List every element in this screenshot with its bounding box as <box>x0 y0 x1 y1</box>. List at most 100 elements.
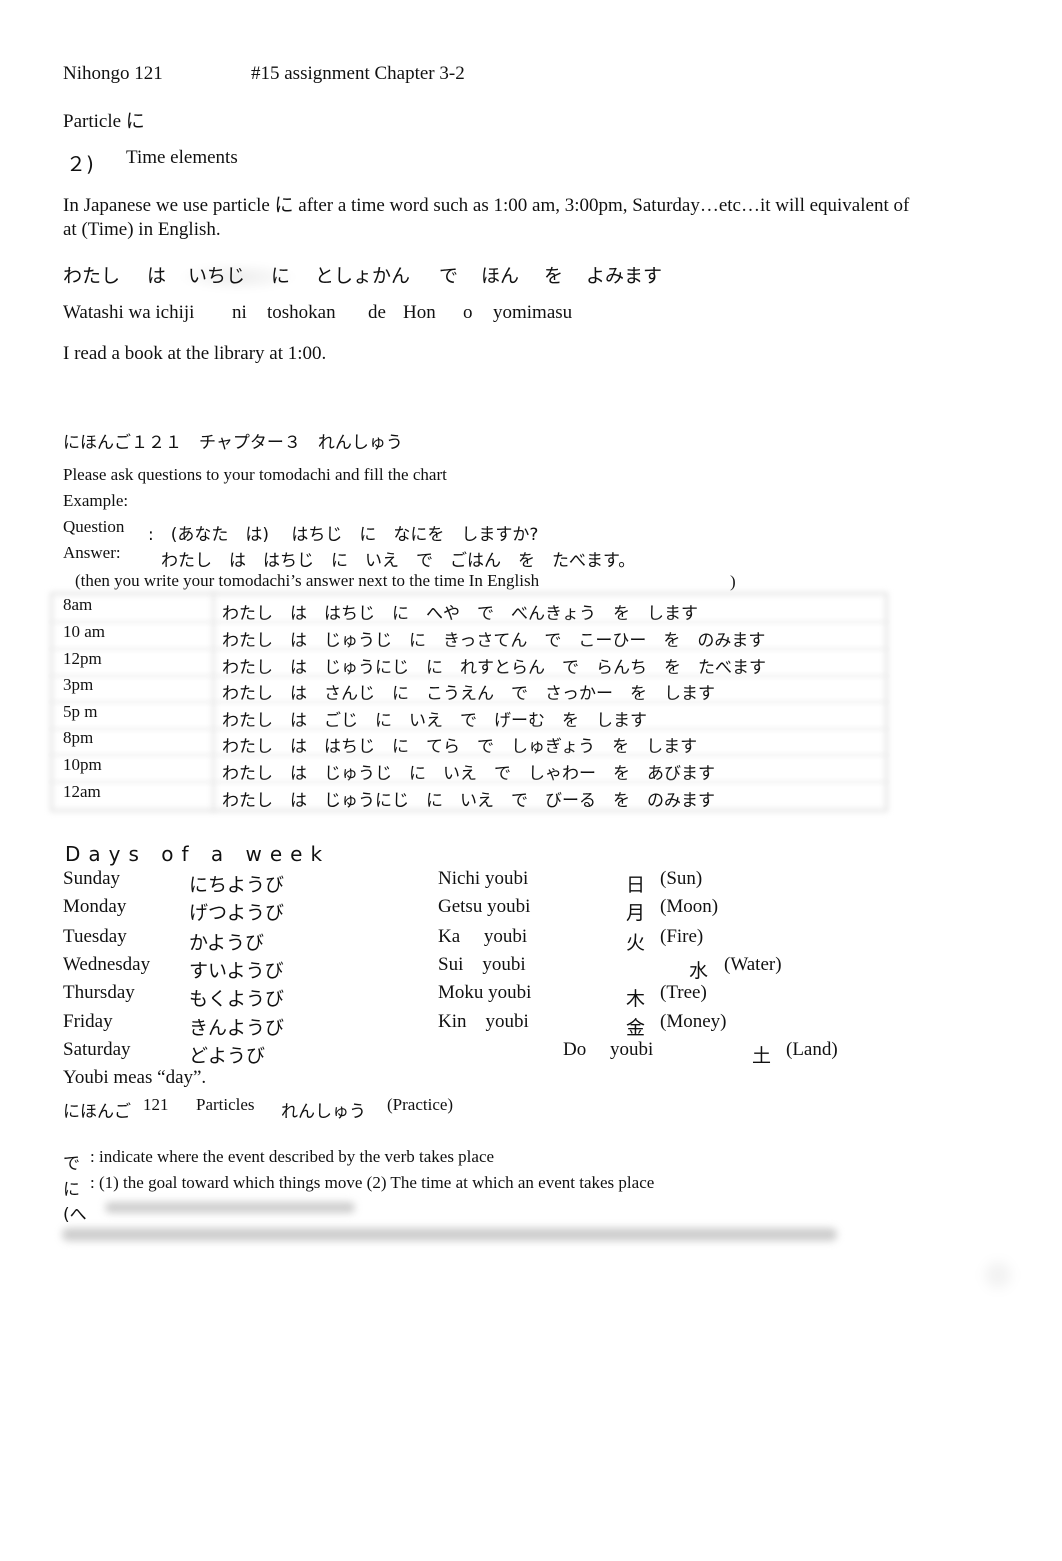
day-romaji: Ka youbi <box>438 926 528 947</box>
example-word: で <box>439 265 459 287</box>
time-cell: 8am <box>63 595 93 614</box>
particle-ni-mark: に <box>63 1180 80 1200</box>
day-kanji: 月 <box>626 902 646 924</box>
answer-text: わたし は はちじ に いえ で ごはん を たべます。 <box>161 551 636 571</box>
time-cell: 3pm <box>63 675 94 694</box>
romaji-word: yomimasu <box>493 302 573 323</box>
example-word: に <box>271 265 291 287</box>
heading-particles: Particles <box>196 1095 255 1114</box>
table-row: 12am わたし は じゅうにじ に いえ で びーる を のみます <box>50 782 888 811</box>
time-cell: 10pm <box>63 755 102 774</box>
table-row: 12pm わたし は じゅうにじ に れすとらん で らんち を たべます <box>50 649 888 678</box>
blurred-text <box>62 1228 837 1241</box>
table-row: 8pm わたし は はちじ に てら で しゅぎょう を します <box>50 728 888 757</box>
day-meaning: (Money) <box>660 1011 727 1032</box>
answer-cell: わたし は じゅうにじ に いえ で びーる を のみます <box>222 791 715 811</box>
day-romaji: Do youbi <box>563 1039 654 1060</box>
assignment-title: #15 assignment Chapter 3-2 <box>251 63 465 84</box>
practice-note-close: ) <box>730 572 736 591</box>
particle-ni-text: : (1) the goal toward which things move … <box>90 1173 655 1192</box>
day-english: Friday <box>63 1011 113 1032</box>
time-cell: 12pm <box>63 649 102 668</box>
table-row: 10pm わたし は じゅうじ に いえ で しゃわー を あびます <box>50 755 888 784</box>
time-cell: 8pm <box>63 728 94 747</box>
day-kana: きんようび <box>189 1017 285 1039</box>
day-kanji: 木 <box>626 988 646 1010</box>
particle-de-mark: で <box>63 1154 80 1174</box>
day-kana: かようび <box>189 932 265 954</box>
heading-renshu: れんしゅう <box>281 1102 366 1122</box>
heading-number: 121 <box>143 1095 169 1114</box>
day-meaning: (Fire) <box>660 926 704 947</box>
example-word: よみます <box>586 265 663 287</box>
day-kanji: 土 <box>752 1045 772 1067</box>
example-word: わたし <box>63 265 121 287</box>
days-title: Days of a week <box>65 842 331 866</box>
day-kana: すいようび <box>189 960 284 982</box>
day-kana: にちようび <box>189 874 285 896</box>
table-row: 10 am わたし は じゅうじ に きっさてん で こーひー を のみます <box>50 622 888 651</box>
section-number: ２) <box>66 152 94 176</box>
practice-instruction: Please ask questions to your tomodachi a… <box>63 465 447 484</box>
blurred-text <box>105 1202 355 1213</box>
day-romaji: Moku youbi <box>438 982 532 1003</box>
answer-label: Answer: <box>63 543 121 562</box>
romaji-word: Watashi wa ichiji <box>63 302 195 323</box>
day-kana: げつようび <box>189 902 285 924</box>
course-name: Nihongo 121 <box>63 63 163 84</box>
example-word: ほん <box>481 265 520 287</box>
practice-note: (then you write your tomodachi’s answer … <box>75 571 540 590</box>
day-english: Sunday <box>63 868 120 889</box>
romaji-word: Hon <box>403 302 436 323</box>
particle-de-text: : indicate where the event described by … <box>90 1147 495 1166</box>
day-english: Saturday <box>63 1039 131 1060</box>
day-romaji: Sui youbi <box>438 954 526 975</box>
day-english: Wednesday <box>63 954 151 975</box>
schedule-table: 8am わたし は はちじ に へや で べんきょう を します 10 am わたし … <box>50 592 888 812</box>
time-cell: 10 am <box>63 622 106 641</box>
day-english: Tuesday <box>63 926 127 947</box>
day-meaning: (Sun) <box>660 868 703 889</box>
day-meaning: (Water) <box>724 954 782 975</box>
day-meaning: (Tree) <box>660 982 707 1003</box>
intro-line-1: In Japanese we use particle に after a ti… <box>63 195 910 216</box>
day-meaning: (Moon) <box>660 896 719 917</box>
practice-heading: にほんご１２１ チャプター３ れんしゅう <box>63 433 403 453</box>
romaji-word: de <box>368 302 386 323</box>
youbi-note: Youbi meas “day”. <box>63 1067 207 1088</box>
day-kanji: 日 <box>626 874 646 896</box>
question-label: Question <box>63 517 125 536</box>
example-word: いちじ <box>188 265 246 287</box>
intro-line-2: at (Time) in English. <box>63 219 221 240</box>
section-title: Time elements <box>126 147 238 168</box>
day-english: Monday <box>63 896 127 917</box>
day-kana: どようび <box>189 1045 266 1067</box>
day-kanji: 火 <box>626 932 646 954</box>
day-english: Thursday <box>63 982 135 1003</box>
question-text: : (あなた は) はちじ に なにを しますか? <box>148 525 539 545</box>
particle-he-mark: (へ <box>63 1205 87 1225</box>
heading-practice: (Practice) <box>387 1095 454 1114</box>
romaji-word: toshokan <box>267 302 336 323</box>
day-kanji: 水 <box>689 960 709 982</box>
example-word: を <box>544 265 564 287</box>
example-word: は <box>147 265 167 287</box>
table-row: 8am わたし は はちじ に へや で べんきょう を します <box>50 595 888 624</box>
time-cell: 12am <box>63 782 101 801</box>
table-row: 5p m わたし は ごじ に いえ で げーむ を します <box>50 702 888 731</box>
day-kana: もくようび <box>189 988 285 1010</box>
day-romaji: Nichi youbi <box>438 868 529 889</box>
example-label: Example: <box>63 491 129 510</box>
day-romaji: Kin youbi <box>438 1011 529 1032</box>
day-kanji: 金 <box>626 1017 646 1039</box>
particle-title: Particle に <box>63 111 145 132</box>
example-english: I read a book at the library at 1:00. <box>63 343 327 364</box>
example-word: としょかん <box>315 265 411 287</box>
blur-smudge <box>985 1262 1011 1288</box>
time-cell: 5p m <box>63 702 98 721</box>
table-row: 3pm わたし は さんじ に こうえん で さっかー を します <box>50 675 888 704</box>
romaji-word: o <box>463 302 473 323</box>
day-meaning: (Land) <box>786 1039 838 1060</box>
day-romaji: Getsu youbi <box>438 896 531 917</box>
romaji-word: ni <box>232 302 247 323</box>
